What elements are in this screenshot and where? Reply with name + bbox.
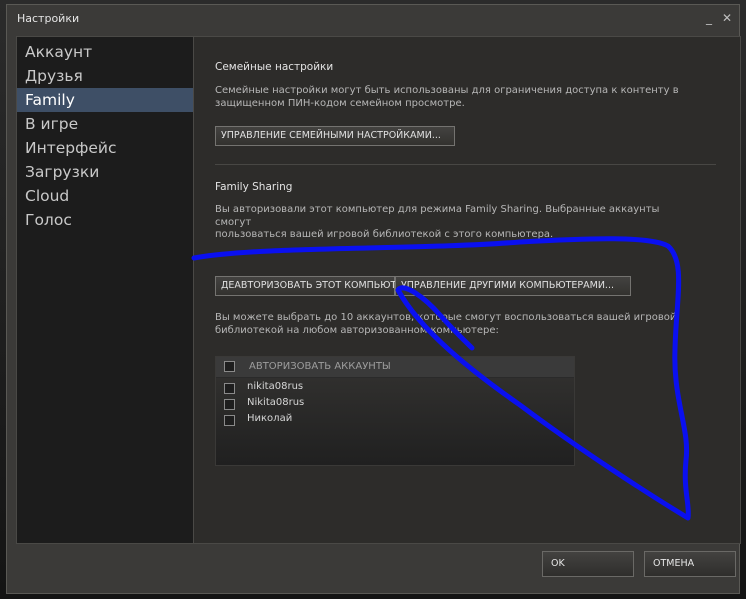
family-sharing-description: Вы авторизовали этот компьютер для режим… [215, 204, 685, 242]
family-settings-heading: Семейные настройки [215, 61, 334, 73]
sidebar-item-in-game[interactable]: В игре [17, 112, 193, 136]
accounts-header-label: АВТОРИЗОВАТЬ АККАУНТЫ [249, 361, 391, 372]
family-sharing-heading: Family Sharing [215, 181, 293, 193]
family-settings-desc-line: защищенном ПИН-кодом семейном просмотре. [215, 97, 465, 109]
sidebar-item-interface[interactable]: Интерфейс [17, 136, 193, 160]
account-limit-line: библиотекой на любом авторизованном комп… [215, 324, 499, 336]
account-name: nikita08rus [247, 381, 304, 392]
settings-sidebar: Аккаунт Друзья Family В игре Интерфейс З… [16, 36, 194, 544]
family-sharing-desc-line: Вы авторизовали этот компьютер для режим… [215, 204, 660, 228]
family-sharing-desc-line: пользоваться вашей игровой библиотекой с… [215, 229, 554, 240]
sidebar-item-account[interactable]: Аккаунт [17, 40, 193, 64]
account-checkbox[interactable] [224, 399, 235, 410]
account-checkbox[interactable] [224, 383, 235, 394]
manage-other-computers-button[interactable]: УПРАВЛЕНИЕ ДРУГИМИ КОМПЬЮТЕРАМИ... [395, 276, 631, 296]
accounts-list-header: АВТОРИЗОВАТЬ АККАУНТЫ [216, 357, 574, 378]
family-settings-desc-line: Семейные настройки могут быть использова… [215, 85, 679, 96]
deauthorize-computer-button[interactable]: ДЕАВТОРИЗОВАТЬ ЭТОТ КОМПЬЮТЕР [215, 276, 408, 296]
sidebar-item-downloads[interactable]: Загрузки [17, 160, 193, 184]
title-bar[interactable]: Настройки _ ✕ [7, 5, 739, 33]
sidebar-item-voice[interactable]: Голос [17, 208, 193, 232]
sidebar-item-friends[interactable]: Друзья [17, 64, 193, 88]
close-button[interactable]: ✕ [719, 10, 735, 26]
settings-content: Семейные настройки Семейные настройки мо… [194, 36, 741, 544]
settings-dialog: Настройки _ ✕ Аккаунт Друзья Family В иг… [6, 4, 741, 594]
sidebar-item-family[interactable]: Family [17, 88, 193, 112]
account-limit-line: Вы можете выбрать до 10 аккаунтов, котор… [215, 312, 677, 323]
account-limit-text: Вы можете выбрать до 10 аккаунтов, котор… [215, 312, 685, 337]
manage-family-settings-button[interactable]: УПРАВЛЕНИЕ СЕМЕЙНЫМИ НАСТРОЙКАМИ... [215, 126, 455, 146]
family-settings-description: Семейные настройки могут быть использова… [215, 85, 685, 110]
cancel-button[interactable]: ОТМЕНА [644, 551, 736, 577]
account-name: Nikita08rus [247, 397, 305, 408]
account-checkbox[interactable] [224, 415, 235, 426]
select-all-checkbox[interactable] [224, 361, 235, 372]
section-divider [215, 164, 716, 165]
minimize-button[interactable]: _ [701, 10, 717, 26]
ok-button[interactable]: OK [542, 551, 634, 577]
account-name: Николай [247, 413, 293, 424]
sidebar-item-cloud[interactable]: Cloud [17, 184, 193, 208]
authorized-accounts-list: АВТОРИЗОВАТЬ АККАУНТЫ nikita08rus Nikita… [215, 356, 575, 466]
window-title: Настройки [17, 12, 80, 25]
